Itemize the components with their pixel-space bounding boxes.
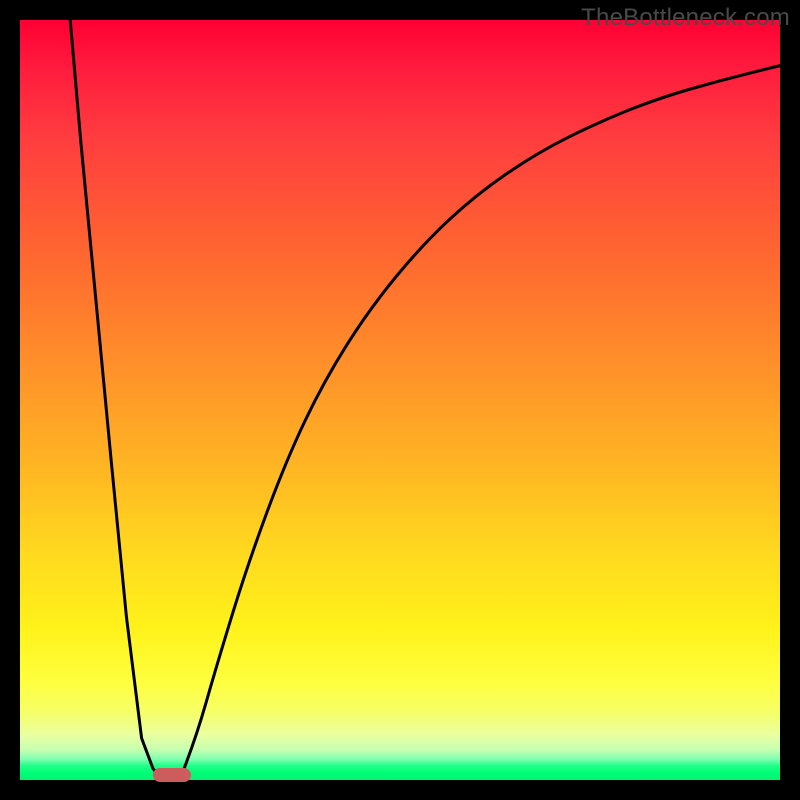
optimal-point-marker	[153, 768, 191, 782]
watermark-text: TheBottleneck.com	[581, 4, 790, 32]
chart-stage: TheBottleneck.com	[0, 0, 800, 800]
curve-right-branch	[180, 66, 780, 780]
plot-area	[20, 20, 780, 780]
curve-left-branch	[70, 20, 164, 780]
curve-layer	[20, 20, 780, 780]
